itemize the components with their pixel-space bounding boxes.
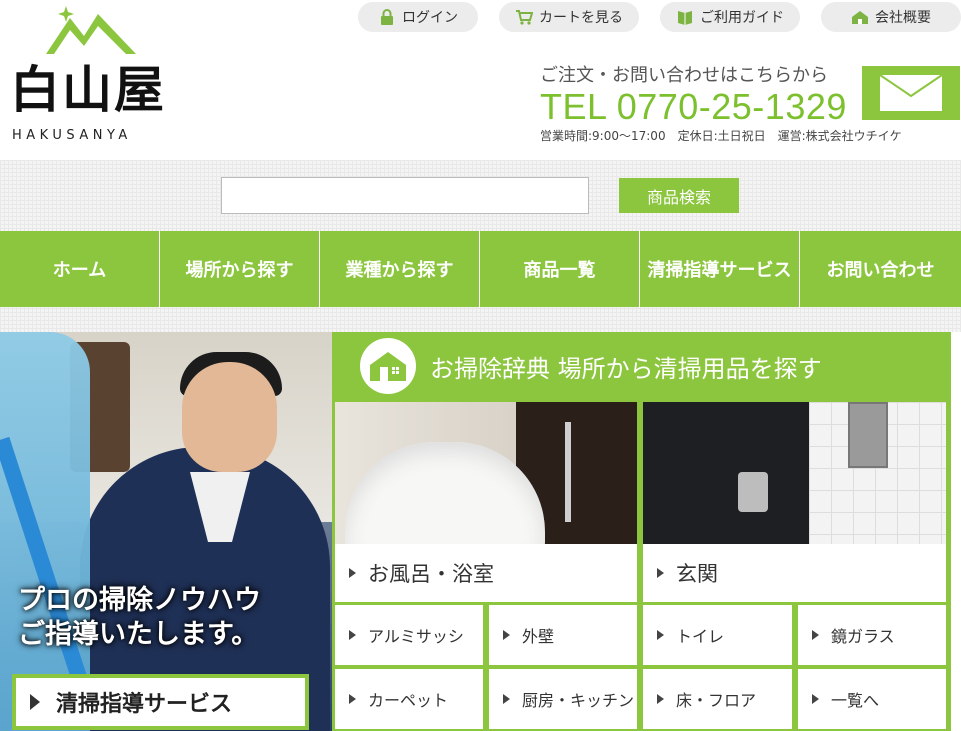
place-list-label: 一覧へ [831,691,880,710]
cart-icon [516,10,533,25]
arrow-right-icon [349,630,356,640]
building-icon [852,11,868,24]
cleaning-dictionary: お掃除辞典 場所から清掃用品を探す お風呂・浴室 玄関 アルミサッシ 外壁 トイ… [332,332,951,731]
arrow-right-icon [503,694,510,704]
place-aluminum-sash-label: アルミサッシ [368,627,464,646]
search-button[interactable]: 商品検索 [619,178,739,213]
nav-by-place[interactable]: 場所から探す [160,231,320,307]
place-aluminum-sash[interactable]: アルミサッシ [335,605,483,665]
nav-products[interactable]: 商品一覧 [480,231,640,307]
arrow-right-icon [812,694,819,704]
place-floor-label: 床・フロア [676,691,757,710]
dictionary-header: お掃除辞典 場所から清掃用品を探す [332,332,951,400]
arrow-right-icon [657,568,664,578]
place-entrance[interactable]: 玄関 [643,544,946,602]
place-list-link[interactable]: 一覧へ [798,669,946,729]
nav-cleaning-service[interactable]: 清掃指導サービス [640,231,800,307]
guide-label: ご利用ガイド [700,10,784,26]
place-mirror-glass[interactable]: 鏡ガラス [798,605,946,665]
main-nav: ホーム 場所から探す 業種から探す 商品一覧 清掃指導サービス お問い合わせ [0,231,961,307]
place-entrance-label: 玄関 [676,562,718,586]
logo-roman: HAKUSANYA [12,128,132,143]
company-link[interactable]: 会社概要 [821,2,961,32]
site-logo[interactable]: 白山屋 HAKUSANYA [10,4,180,144]
place-floor[interactable]: 床・フロア [643,669,792,729]
shower-pipe [565,422,571,522]
mountain-logo-icon [46,6,136,54]
top-links: ログイン カートを見る ご利用ガイド 会社概要 [358,2,961,32]
bath-photo[interactable] [335,402,637,544]
arrow-right-icon [657,694,664,704]
hero-copy-line2: ご指導いたします。 [18,619,259,650]
place-mirror-glass-label: 鏡ガラス [831,627,895,646]
nav-home[interactable]: ホーム [0,231,160,307]
place-toilet-label: トイレ [676,627,725,646]
arrow-right-icon [812,630,819,640]
lock-icon [381,9,393,25]
place-exterior-wall[interactable]: 外壁 [489,605,637,665]
door-handle [738,472,768,512]
nav-contact[interactable]: お問い合わせ [800,231,961,307]
cart-label: カートを見る [539,10,623,26]
arrow-right-icon [30,694,40,710]
arrow-right-icon [349,694,356,704]
dictionary-title: お掃除辞典 場所から清掃用品を探す [430,354,822,383]
house-icon [360,338,416,394]
cart-link[interactable]: カートを見る [499,2,639,32]
nav-by-industry[interactable]: 業種から探す [320,231,480,307]
place-carpet-label: カーペット [368,691,449,710]
mail-button[interactable] [862,66,960,120]
place-carpet[interactable]: カーペット [335,669,483,729]
arrow-right-icon [657,630,664,640]
hero-copy: プロの掃除ノウハウ ご指導いたします。 [18,584,261,652]
business-hours: 営業時間:9:00～17:00 定休日:土日祝日 運営:株式会社ウチイケ [540,129,902,143]
place-kitchen[interactable]: 厨房・キッチン [489,669,637,729]
place-toilet[interactable]: トイレ [643,605,792,665]
arrow-right-icon [349,568,356,578]
intercom [848,402,888,468]
company-label: 会社概要 [875,10,931,26]
bathtub-shape [345,442,545,544]
cleaning-service-label: 清掃指導サービス [56,692,233,717]
entrance-photo[interactable] [643,402,946,544]
hero-banner[interactable]: プロの掃除ノウハウ ご指導いたします。 清掃指導サービス [0,332,332,731]
place-kitchen-label: 厨房・キッチン [522,691,635,710]
login-label: ログイン [402,10,458,26]
place-bath[interactable]: お風呂・浴室 [335,544,637,602]
book-icon [678,11,692,25]
mail-icon [879,74,943,111]
place-exterior-wall-label: 外壁 [522,627,555,646]
cleaning-service-button[interactable]: 清掃指導サービス [12,674,309,730]
hero-photo-face [182,362,277,472]
hero-copy-line1: プロの掃除ノウハウ [18,585,261,616]
login-link[interactable]: ログイン [358,2,478,32]
logo-kanji: 白山屋 [10,60,166,119]
place-bath-label: お風呂・浴室 [368,562,494,586]
search-input[interactable] [221,177,589,214]
guide-link[interactable]: ご利用ガイド [660,2,800,32]
arrow-right-icon [503,630,510,640]
